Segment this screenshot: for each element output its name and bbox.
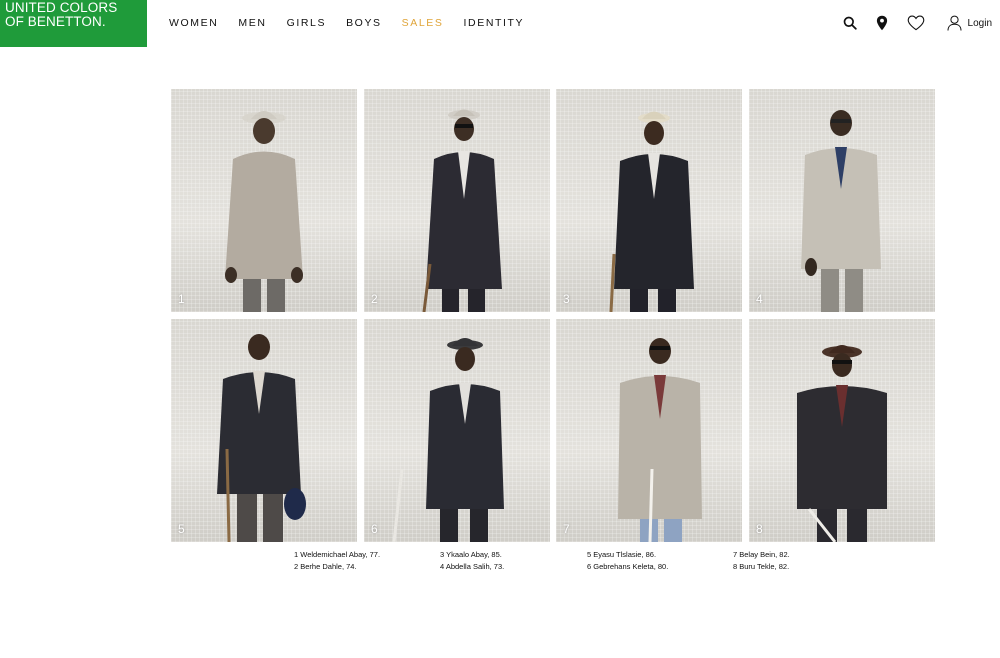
portrait-photo-1[interactable]: 1: [171, 89, 357, 312]
caption-line: 1 Weldemichael Abay, 77.: [294, 550, 381, 559]
heart-icon: [907, 15, 925, 31]
portrait-photo-8[interactable]: 8: [749, 319, 935, 542]
portrait-photo-4[interactable]: 4: [749, 89, 935, 312]
nav-item-identity[interactable]: IDENTITY: [464, 16, 525, 30]
portrait-photo-5[interactable]: 5: [171, 319, 357, 542]
location-pin-icon: [876, 15, 888, 31]
portrait-photo-2[interactable]: 2: [364, 89, 550, 312]
portrait-number: 4: [756, 292, 763, 306]
benetton-logo[interactable]: UNITED COLORS OF BENETTON.: [0, 0, 147, 47]
user-icon: [947, 15, 962, 31]
caption-line: 6 Gebrehans Keleta, 80.: [587, 561, 669, 571]
portrait-figure-2: [422, 109, 502, 312]
caption-line: 3 Ykaalo Abay, 85.: [440, 550, 502, 559]
top-header: UNITED COLORS OF BENETTON. WOMEN MEN GIR…: [0, 0, 1000, 47]
portrait-number: 5: [178, 522, 185, 536]
store-locator-button[interactable]: [876, 12, 888, 34]
main-navigation: WOMEN MEN GIRLS BOYS SALES IDENTITY: [169, 16, 544, 30]
portrait-figure-5: [217, 334, 306, 542]
wishlist-button[interactable]: [907, 12, 925, 34]
portrait-number: 7: [563, 522, 570, 536]
portrait-number: 2: [371, 292, 378, 306]
login-label: Login: [967, 17, 992, 29]
portrait-photo-3[interactable]: 3: [556, 89, 742, 312]
logo-line-1: UNITED COLORS: [5, 0, 118, 15]
caption-line: 2 Berhe Dahle, 74.: [294, 561, 357, 571]
caption-line: 7 Belay Bein, 82.: [733, 550, 790, 559]
portrait-number: 3: [563, 292, 570, 306]
caption-block-2: 3 Ykaalo Abay, 85. 4 Abdella Salih, 73.: [440, 549, 504, 572]
portrait-grid: 1 2 3 4 5 6 7 8: [171, 89, 936, 543]
caption-block-4: 7 Belay Bein, 82. 8 Buru Tekle, 82.: [733, 549, 790, 572]
portrait-figure-4: [801, 110, 881, 312]
caption-line: 5 Eyasu Tlslasie, 86.: [587, 550, 657, 559]
caption-line: 8 Buru Tekle, 82.: [733, 561, 790, 571]
portrait-figure-6: [392, 338, 504, 542]
portrait-figure-7: [618, 338, 702, 542]
caption-block-3: 5 Eyasu Tlslasie, 86. 6 Gebrehans Keleta…: [587, 549, 668, 572]
nav-item-men[interactable]: MEN: [238, 16, 266, 30]
portrait-figure-3: [609, 111, 694, 312]
portrait-number: 8: [756, 522, 763, 536]
logo-line-2: OF BENETTON.: [5, 14, 106, 29]
portrait-figure-1: [225, 111, 303, 312]
nav-item-sales[interactable]: SALES: [402, 16, 444, 30]
caption-block-1: 1 Weldemichael Abay, 77. 2 Berhe Dahle, …: [294, 549, 380, 572]
portrait-number: 6: [371, 522, 378, 536]
portrait-photo-6[interactable]: 6: [364, 319, 550, 542]
portrait-figure-8: [797, 345, 887, 542]
search-icon: [843, 16, 857, 30]
caption-line: 4 Abdella Salih, 73.: [440, 561, 505, 571]
nav-item-girls[interactable]: GIRLS: [287, 16, 327, 30]
portrait-photo-7[interactable]: 7: [556, 319, 742, 542]
portrait-number: 1: [178, 292, 185, 306]
search-button[interactable]: [843, 12, 857, 34]
nav-item-women[interactable]: WOMEN: [169, 16, 218, 30]
nav-item-boys[interactable]: BOYS: [346, 16, 382, 30]
login-button[interactable]: Login: [947, 12, 992, 34]
